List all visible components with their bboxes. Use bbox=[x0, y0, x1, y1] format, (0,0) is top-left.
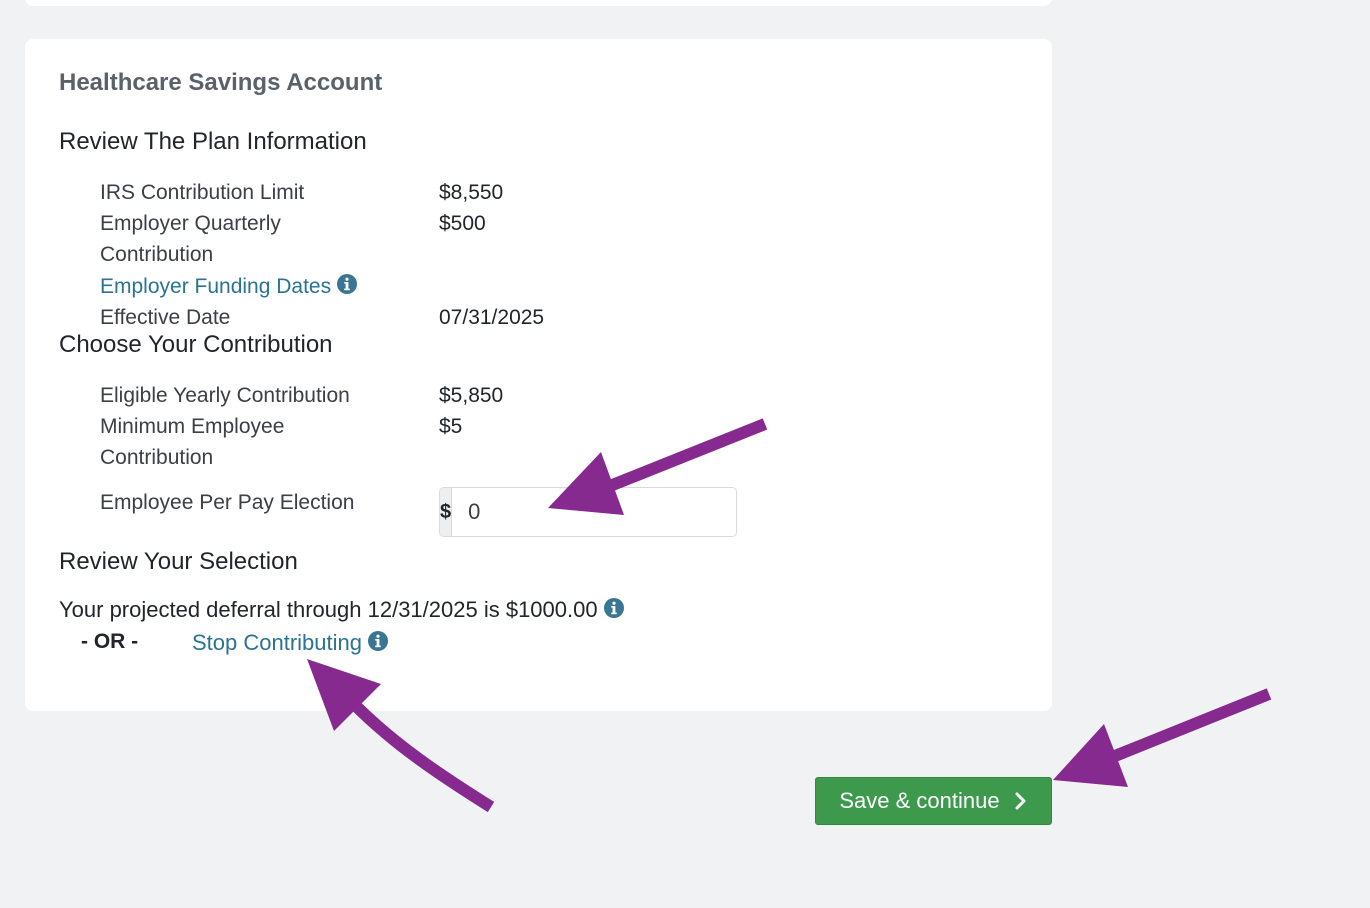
healthcare-savings-card: Healthcare Savings Account Review The Pl… bbox=[25, 39, 1052, 711]
info-icon[interactable] bbox=[368, 631, 388, 652]
previous-card-edge bbox=[25, 0, 1052, 6]
currency-prefix: $ bbox=[440, 488, 453, 536]
or-separator: - OR - bbox=[81, 630, 139, 653]
eligible-yearly-label: Eligible Yearly Contribution bbox=[100, 384, 350, 407]
effective-date-value: 07/31/2025 bbox=[439, 306, 545, 329]
stop-contributing-row: Stop Contributing bbox=[192, 630, 388, 656]
choose-contribution-title: Choose Your Contribution bbox=[59, 331, 333, 358]
projection-row: Your projected deferral through 12/31/20… bbox=[59, 597, 624, 623]
review-selection-title: Review Your Selection bbox=[59, 548, 298, 575]
info-icon[interactable] bbox=[603, 598, 624, 619]
review-plan-title: Review The Plan Information bbox=[59, 128, 367, 155]
account-title: Healthcare Savings Account bbox=[59, 69, 383, 96]
irs-limit-label: IRS Contribution Limit bbox=[100, 181, 305, 204]
minimum-employee-value: $5 bbox=[439, 415, 463, 438]
save-continue-label: Save & continue bbox=[839, 788, 1000, 813]
projection-text: Your projected deferral through 12/31/20… bbox=[59, 597, 598, 622]
save-continue-button[interactable]: Save & continue bbox=[815, 777, 1052, 825]
per-pay-input-group: $ bbox=[439, 487, 737, 537]
employer-funding-dates-link[interactable]: Employer Funding Dates bbox=[100, 275, 331, 298]
chevron-right-icon bbox=[1015, 792, 1026, 810]
effective-date-label: Effective Date bbox=[100, 306, 231, 329]
per-pay-label: Employee Per Pay Election bbox=[100, 491, 355, 514]
info-icon[interactable] bbox=[337, 274, 358, 295]
stop-contributing-link[interactable]: Stop Contributing bbox=[192, 630, 362, 655]
irs-limit-value: $8,550 bbox=[439, 181, 504, 204]
per-pay-election-input[interactable] bbox=[452, 488, 736, 536]
page: Healthcare Savings Account Review The Pl… bbox=[0, 0, 1370, 908]
funding-dates-row: Employer Funding Dates bbox=[100, 271, 420, 302]
employer-quarterly-label: Employer Quarterly Contribution bbox=[100, 212, 281, 266]
annotation-arrow-save bbox=[1053, 688, 1272, 787]
minimum-employee-label: Minimum Employee Contribution bbox=[100, 415, 285, 469]
eligible-yearly-value: $5,850 bbox=[439, 384, 504, 407]
employer-quarterly-value: $500 bbox=[439, 212, 486, 235]
